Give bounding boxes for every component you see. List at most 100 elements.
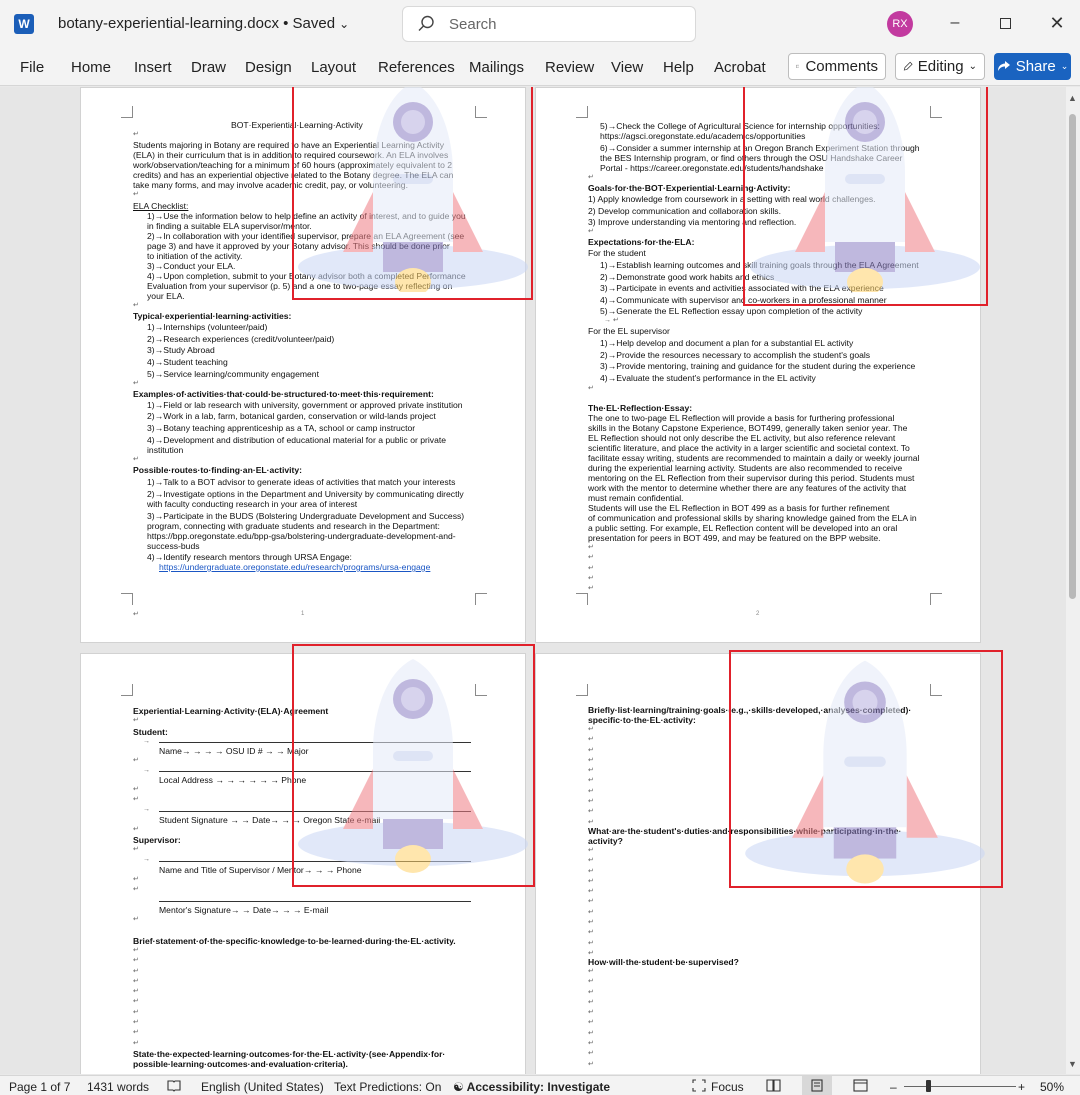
tab-insert[interactable]: Insert [134, 59, 172, 76]
typical-item: 3)→Study Abroad [147, 345, 215, 355]
ursa-engage-link[interactable]: https://undergraduate.oregonstate.edu/re… [159, 562, 430, 572]
brief-statement-heading: Brief·statement·of·the·specific·knowledg… [133, 936, 456, 946]
search-placeholder: Search [449, 16, 497, 33]
tab-layout[interactable]: Layout [311, 59, 356, 76]
page-count[interactable]: Page 1 of 7 [9, 1080, 70, 1094]
essay-line: of communication and professional skills… [588, 513, 917, 523]
paragraph-mark: ↵ [133, 826, 139, 833]
text-predictions[interactable]: Text Predictions: On [334, 1080, 441, 1094]
paragraph-mark: ↵ ↵ ↵ ↵ ↵ ↵ ↵ ↵ ↵ ↵ [133, 947, 139, 1047]
tab-review[interactable]: Review [545, 59, 594, 76]
word-count[interactable]: 1431 words [87, 1080, 149, 1094]
focus-button[interactable]: Focus [711, 1080, 744, 1094]
tab-design[interactable]: Design [245, 59, 292, 76]
student-name-row[interactable]: Name→ → → → OSU ID # → → Major [159, 746, 308, 756]
signature-line [159, 901, 471, 902]
scrollbar-thumb[interactable] [1069, 114, 1076, 599]
print-layout-button[interactable] [802, 1076, 832, 1095]
paragraph-mark: ↵ ↵ ↵ ↵ ↵ ↵ ↵ ↵ ↵ ↵ [588, 726, 594, 826]
comments-label: Comments [805, 58, 878, 75]
comment-icon [796, 65, 800, 69]
paragraph-mark: ↵ [133, 846, 139, 853]
minimize-button[interactable]: – [944, 12, 966, 34]
supervisor-expectation: 4)→Evaluate the student's performance in… [600, 373, 816, 383]
tab-acrobat[interactable]: Acrobat [714, 59, 766, 76]
maximize-button[interactable] [994, 12, 1016, 34]
zoom-slider-thumb[interactable] [926, 1080, 931, 1092]
document-title[interactable]: botany-experiential-learning.docx • Save… [58, 15, 349, 32]
checklist-item: in finding a suitable ELA supervisor/men… [147, 221, 312, 231]
duties-heading: activity? [588, 836, 623, 846]
route-item: 2)→Investigate options in the Department… [147, 489, 464, 499]
tab-view[interactable]: View [611, 59, 643, 76]
comments-button[interactable]: Comments [788, 53, 886, 80]
zoom-slider[interactable] [904, 1086, 1016, 1087]
route-item: success-buds [147, 541, 200, 551]
supervisor-expectation: 3)→Provide mentoring, training and guida… [600, 361, 916, 371]
zoom-in-button[interactable]: + [1018, 1080, 1025, 1094]
essay-line: skills in the Botany Capstone Experience… [588, 423, 908, 433]
paragraph-mark: ↵ [133, 717, 139, 724]
route-item: 3)→Participate in the BUDS (Bolstering U… [147, 511, 465, 521]
paragraph-mark: ↵ ↵ [133, 786, 139, 804]
example-item: 3)→Botany teaching apprenticeship as a T… [147, 423, 416, 433]
essay-heading: The·EL·Reflection·Essay: [588, 403, 693, 413]
tab-mailings[interactable]: Mailings [469, 59, 524, 76]
paragraph-mark: ↵ [133, 916, 139, 923]
status-bar: Page 1 of 7 1431 words English (United S… [0, 1075, 1080, 1095]
tab-help[interactable]: Help [663, 59, 694, 76]
read-mode-icon[interactable] [766, 1079, 781, 1092]
for-supervisor-label: For the EL supervisor [588, 326, 670, 336]
document-canvas[interactable]: BOT·Experiential·Learning·Activity ↵ Stu… [0, 87, 1080, 1074]
tab-home[interactable]: Home [71, 59, 111, 76]
paragraph-mark: ↵ ↵ [133, 876, 139, 894]
share-button[interactable]: Share ⌄ [994, 53, 1071, 80]
crop-mark [121, 106, 133, 118]
route-item: program, connecting with graduate studen… [147, 521, 440, 531]
crop-mark [576, 684, 588, 696]
chevron-down-icon: ⌄ [1060, 61, 1069, 71]
paragraph-mark: ↵ [133, 191, 139, 198]
scroll-down-arrow-icon[interactable]: ▼ [1068, 1059, 1077, 1069]
language-indicator[interactable]: English (United States) [201, 1080, 324, 1094]
example-item: institution [147, 445, 184, 455]
paragraph-mark: → [143, 806, 150, 813]
paragraph-mark: ↵ [588, 385, 594, 392]
paragraph-mark: ↵ ↵ ↵ ↵ ↵ ↵ ↵ ↵ ↵ ↵ [588, 968, 594, 1068]
essay-line: presentation for peers in BOT 499, and m… [588, 533, 881, 543]
typical-item: 5)→Service learning/community engagement [147, 369, 319, 379]
scroll-up-arrow-icon[interactable]: ▲ [1068, 93, 1077, 103]
paragraph-mark: → [143, 856, 150, 863]
paragraph-mark: ↵ [588, 174, 594, 181]
student-address-row[interactable]: Local Address → → → → → → Phone [159, 775, 306, 785]
tab-file[interactable]: File [20, 59, 44, 76]
accessibility-icon: ☯ [453, 1080, 464, 1094]
vertical-scrollbar[interactable]: ▲ ▼ [1066, 87, 1080, 1074]
page-number: 2 [756, 611, 760, 617]
supervisor-expectation: 1)→Help develop and document a plan for … [600, 338, 854, 348]
share-icon [997, 61, 1010, 71]
user-avatar[interactable]: RX [887, 11, 913, 37]
mentor-signature-row[interactable]: Mentor's Signature→ → Date→ → → E-mail [159, 905, 328, 915]
book-icon[interactable] [167, 1079, 181, 1092]
essay-line: facilitate essay writing, students are r… [588, 453, 920, 463]
close-button[interactable]: ✕ [1046, 12, 1068, 34]
zoom-out-button[interactable]: – [890, 1080, 897, 1094]
document-title-text: botany-experiential-learning.docx • Save… [58, 15, 336, 32]
example-item: 4)→Development and distribution of educa… [147, 435, 447, 445]
paragraph-mark: ↵ [133, 456, 139, 463]
paragraph-mark: → [143, 767, 150, 774]
tab-draw[interactable]: Draw [191, 59, 226, 76]
essay-line: Students will use the EL Reflection in B… [588, 503, 890, 513]
web-layout-icon[interactable] [853, 1079, 868, 1092]
zoom-level[interactable]: 50% [1040, 1080, 1064, 1094]
tab-references[interactable]: References [378, 59, 455, 76]
student-heading: Student: [133, 727, 168, 737]
title-bar: W botany-experiential-learning.docx • Sa… [0, 0, 1080, 48]
ribbon-tabs: File Home Insert Draw Design Layout Refe… [0, 48, 1080, 86]
search-box[interactable]: Search [402, 6, 696, 42]
paragraph-mark: ↵ [133, 757, 139, 764]
editing-mode-button[interactable]: Editing ⌄ [895, 53, 985, 80]
route-item: 4)→Identify research mentors through URS… [147, 552, 352, 562]
accessibility-status[interactable]: ☯ Accessibility: Investigate [453, 1080, 610, 1094]
